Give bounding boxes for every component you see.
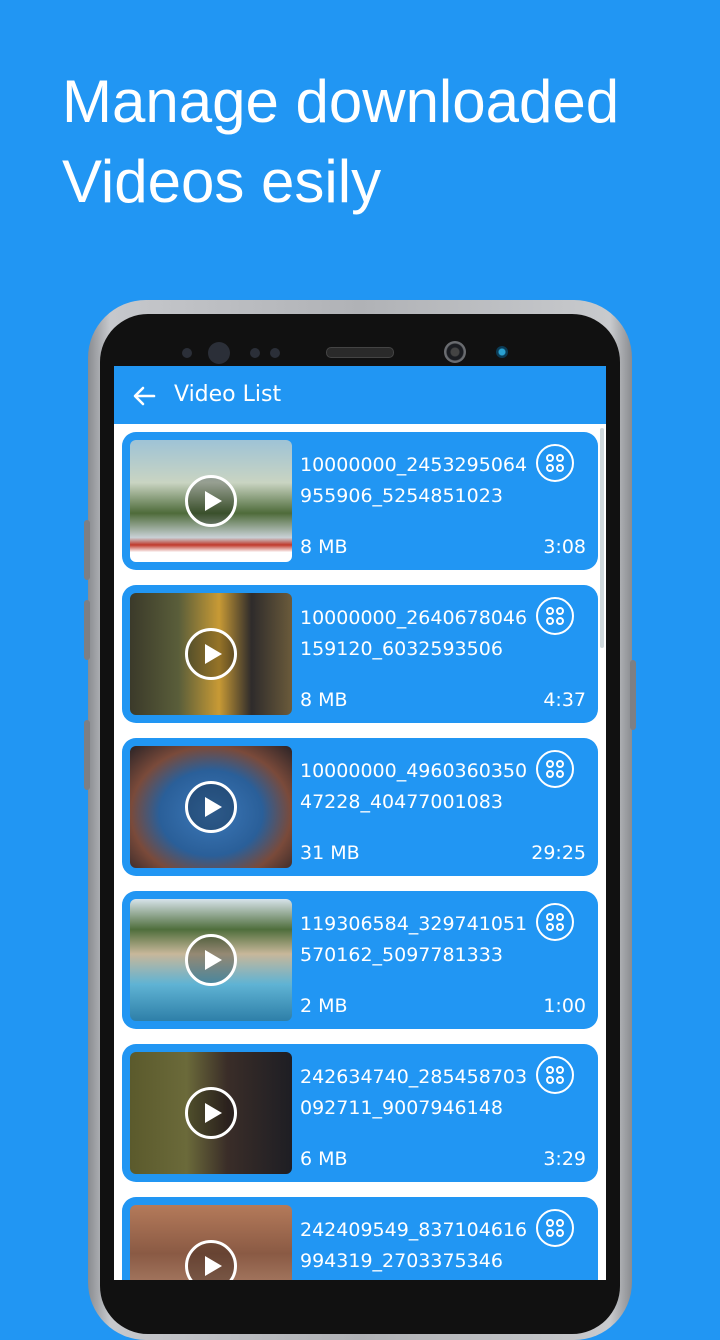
headline-line-1: Manage downloaded (62, 68, 620, 135)
more-options-icon[interactable] (536, 597, 574, 635)
phone-volume-button (84, 520, 90, 580)
front-camera (444, 341, 466, 363)
video-list-item[interactable]: 10000000_496036035047228_40477001083 31 … (122, 738, 598, 876)
front-sensor-2 (250, 348, 260, 358)
video-list-item[interactable]: 242409549_837104616994319_2703375346 (122, 1197, 598, 1280)
video-file-size: 8 MB (300, 689, 348, 711)
video-duration: 3:29 (543, 1148, 586, 1170)
video-file-size: 31 MB (300, 842, 360, 864)
video-thumbnail[interactable] (130, 593, 292, 715)
app-title: Video List (174, 382, 282, 407)
video-file-name: 10000000_496036035047228_40477001083 (300, 760, 528, 813)
video-thumbnail[interactable] (130, 746, 292, 868)
play-icon[interactable] (185, 781, 237, 833)
app-bar: Video List (114, 366, 606, 424)
phone-volume-button-2 (84, 600, 90, 660)
video-file-name: 242409549_837104616994319_2703375346 (300, 1219, 528, 1272)
play-icon[interactable] (185, 628, 237, 680)
earpiece-speaker (326, 347, 394, 358)
video-file-size: 8 MB (300, 536, 348, 558)
more-options-icon[interactable] (536, 1209, 574, 1247)
video-thumbnail[interactable] (130, 440, 292, 562)
video-thumbnail[interactable] (130, 1052, 292, 1174)
more-options-icon[interactable] (536, 444, 574, 482)
video-file-name: 242634740_285458703092711_9007946148 (300, 1066, 528, 1119)
play-icon[interactable] (185, 1087, 237, 1139)
video-thumbnail[interactable] (130, 1205, 292, 1280)
phone-screen: Video List 10000000_2453295064955906_525… (114, 366, 606, 1280)
play-icon[interactable] (185, 1240, 237, 1280)
video-duration: 4:37 (543, 689, 586, 711)
video-file-name: 119306584_329741051570162_5097781333 (300, 913, 528, 966)
arrow-left-icon[interactable] (130, 382, 158, 410)
video-list-item[interactable]: 119306584_329741051570162_5097781333 2 M… (122, 891, 598, 1029)
video-duration: 3:08 (543, 536, 586, 558)
front-sensor (182, 348, 192, 358)
promo-headline: Manage downloaded Videos esily (62, 62, 619, 222)
phone-power-button (630, 660, 636, 730)
play-icon[interactable] (185, 475, 237, 527)
proximity-sensor (496, 346, 508, 358)
video-list-item[interactable]: 10000000_2640678046159120_6032593506 8 M… (122, 585, 598, 723)
play-icon[interactable] (185, 934, 237, 986)
more-options-icon[interactable] (536, 1056, 574, 1094)
video-thumbnail[interactable] (130, 899, 292, 1021)
video-file-name: 10000000_2453295064955906_5254851023 (300, 454, 528, 507)
phone-bixby-button (84, 720, 90, 790)
front-sensor-3 (270, 348, 280, 358)
video-list-item[interactable]: 242634740_285458703092711_9007946148 6 M… (122, 1044, 598, 1182)
more-options-icon[interactable] (536, 903, 574, 941)
video-list-item[interactable]: 10000000_2453295064955906_5254851023 8 M… (122, 432, 598, 570)
video-duration: 1:00 (543, 995, 586, 1017)
scrollbar[interactable] (600, 428, 604, 648)
iris-camera (208, 342, 230, 364)
video-duration: 29:25 (531, 842, 586, 864)
video-file-size: 6 MB (300, 1148, 348, 1170)
more-options-icon[interactable] (536, 750, 574, 788)
headline-line-2: Videos esily (62, 148, 382, 215)
video-file-name: 10000000_2640678046159120_6032593506 (300, 607, 528, 660)
video-file-size: 2 MB (300, 995, 348, 1017)
